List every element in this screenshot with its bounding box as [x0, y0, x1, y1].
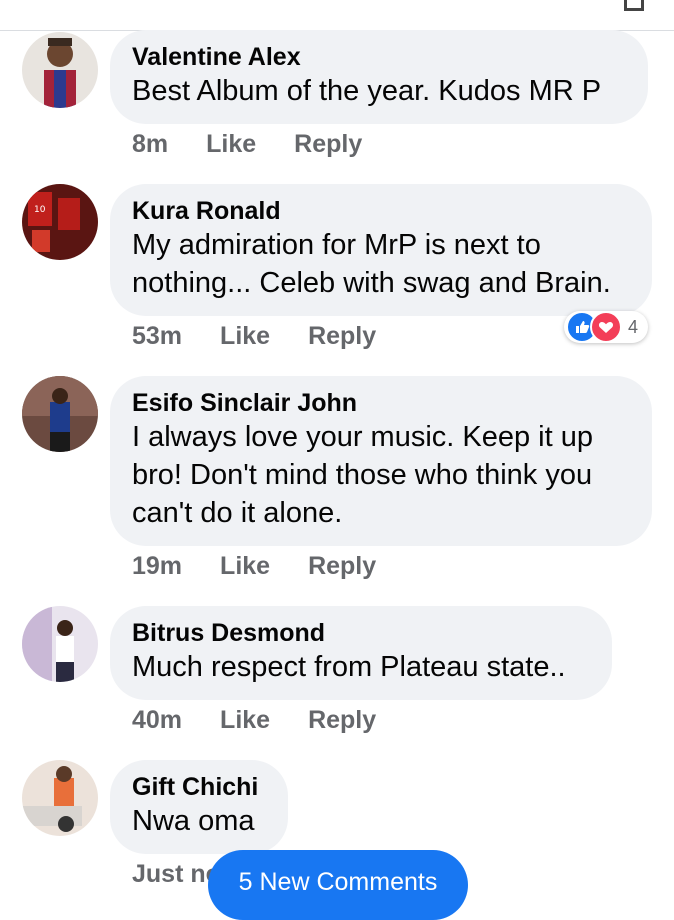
comment-time: 19m: [132, 552, 183, 580]
comment-text-line: can't do it alone.: [132, 497, 343, 529]
like-button[interactable]: Like: [220, 322, 270, 351]
avatar-image: [22, 760, 98, 836]
avatar[interactable]: [22, 760, 98, 836]
like-button[interactable]: Like: [220, 706, 270, 735]
avatar[interactable]: 10: [22, 184, 98, 260]
new-comments-button[interactable]: 5 New Comments: [208, 850, 468, 920]
avatar-image: [22, 606, 98, 682]
comment-actions: 19m Like Reply: [132, 552, 376, 581]
reaction-count: 4: [627, 316, 638, 337]
comment-author[interactable]: Bitrus Desmond: [132, 618, 590, 648]
comment-actions: 40m Like Reply: [132, 706, 376, 735]
comment-author[interactable]: Valentine Alex: [132, 42, 626, 72]
comment-text-line: nothing... Celeb with swag and Brain.: [132, 267, 611, 299]
comment-bubble[interactable]: Kura Ronald My admiration for MrP is nex…: [110, 184, 652, 316]
reply-button[interactable]: Reply: [308, 322, 376, 351]
avatar-image: 10: [22, 184, 98, 260]
reactions-summary[interactable]: 4: [563, 311, 648, 343]
svg-text:10: 10: [34, 205, 46, 215]
reply-button[interactable]: Reply: [308, 706, 376, 735]
comment-bubble[interactable]: Valentine Alex Best Album of the year. K…: [110, 30, 648, 124]
comment-author[interactable]: Esifo Sinclair John: [132, 388, 630, 418]
comment-author[interactable]: Kura Ronald: [132, 196, 630, 226]
menu-icon[interactable]: [624, 0, 644, 11]
reply-button[interactable]: Reply: [294, 130, 362, 159]
comment-time: 8m: [132, 130, 169, 158]
comment-text-line: My admiration for MrP is next to: [132, 229, 541, 261]
comment-text-line: bro! Don't mind those who think you: [132, 459, 593, 491]
comment-author[interactable]: Gift Chichi: [132, 772, 266, 802]
love-icon: [589, 311, 622, 343]
comment-actions: 8m Like Reply: [132, 130, 362, 159]
avatar[interactable]: [22, 606, 98, 682]
comment-actions: 53m Like Reply: [132, 322, 376, 351]
like-button[interactable]: Like: [220, 552, 270, 581]
avatar[interactable]: [22, 32, 98, 108]
avatar-image: [22, 32, 98, 108]
comment-bubble[interactable]: Bitrus Desmond Much respect from Plateau…: [110, 606, 612, 700]
comment-text: Best Album of the year. Kudos MR P: [132, 75, 602, 107]
reply-button[interactable]: Reply: [308, 552, 376, 581]
comment-text: Much respect from Plateau state..: [132, 651, 566, 683]
new-comments-label: 5 New Comments: [238, 868, 438, 896]
comment-time: 53m: [132, 322, 183, 350]
comment-text: Nwa oma: [132, 805, 255, 837]
comment-bubble[interactable]: Gift Chichi Nwa oma: [110, 760, 288, 854]
comment-text-line: I always love your music. Keep it up: [132, 421, 593, 453]
comment-bubble[interactable]: Esifo Sinclair John I always love your m…: [110, 376, 652, 546]
like-button[interactable]: Like: [206, 130, 256, 159]
avatar-image: [22, 376, 98, 452]
comment-time: 40m: [132, 706, 183, 734]
top-bar: [0, 0, 674, 31]
avatar[interactable]: [22, 376, 98, 452]
